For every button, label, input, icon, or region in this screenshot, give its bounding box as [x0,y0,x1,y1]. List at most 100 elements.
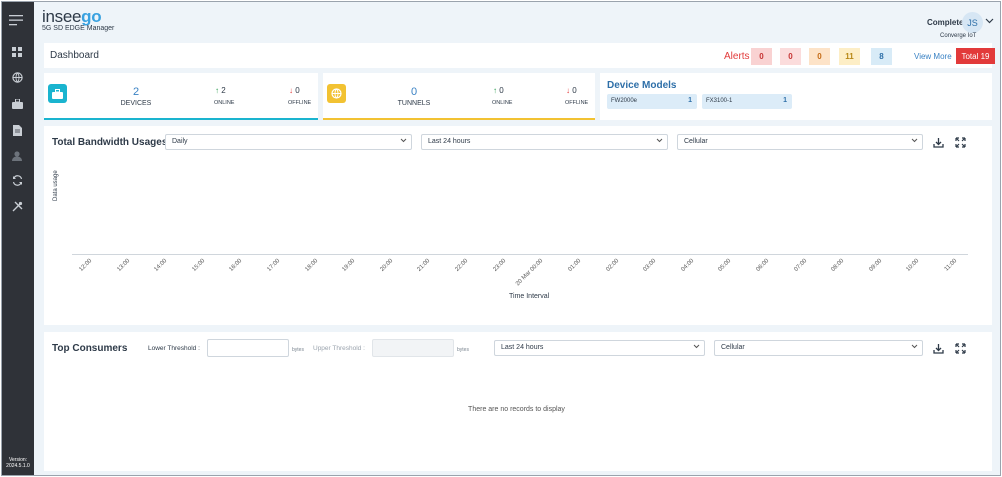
devices-icon [48,84,67,103]
x-tick-label: 01:00 [567,258,583,273]
period-select[interactable]: Daily [165,134,412,150]
device-model-count: 1 [688,97,692,104]
dashboard-icon[interactable] [10,45,24,59]
alert-count-badge[interactable]: 8 [871,48,892,65]
device-model-name: FW2000e [611,98,638,104]
y-axis-label: Data usage [53,170,59,201]
document-icon[interactable] [10,123,24,137]
logo-main: insee [42,7,82,26]
download-icon[interactable] [932,136,944,148]
x-tick-label: 15:00 [191,258,207,273]
sync-icon[interactable] [10,173,24,187]
interface-select[interactable]: Cellular [677,134,923,150]
tunnels-label: TUNNELS [397,100,431,107]
x-tick-label: 07:00 [792,258,808,273]
user-icon[interactable] [10,149,24,163]
interface-select-value: Cellular [684,138,708,145]
x-axis-line [72,254,968,255]
lower-threshold-input[interactable] [207,339,289,357]
x-tick-label: 09:00 [868,258,884,273]
device-models-title: Device Models [607,80,677,91]
device-model-item[interactable]: FX3100-1 1 [702,94,792,109]
device-model-item[interactable]: FW2000e 1 [607,94,697,109]
total-value: 19 [980,51,990,61]
inseego-logo: inseego [42,7,102,27]
devices-offline-label: OFFLINE [288,100,312,106]
devices-icon[interactable] [10,97,24,111]
x-axis-label: Time Interval [509,293,550,300]
tunnel-icon [327,84,346,103]
upper-threshold-unit: bytes [457,347,469,353]
x-tick-label: 22:00 [454,258,470,273]
x-tick-label: 02:00 [604,258,620,273]
devices-count: 2 [132,86,140,98]
sidebar: Version: 2024.5.1.0 [2,2,34,475]
x-tick-label: 13:00 [115,258,131,273]
x-tick-label: 05:00 [717,258,733,273]
range-select-value: Last 24 hours [428,138,471,145]
chevron-down-icon[interactable] [985,16,994,26]
range-select[interactable]: Last 24 hours [421,134,668,150]
devices-online-count: 2 [221,86,226,95]
device-model-name: FX3100-1 [706,98,733,104]
alert-count-badge[interactable]: 0 [751,48,772,65]
organization-name: Converge IoT [940,33,977,39]
chevron-down-icon [911,344,918,351]
consumers-interface-select[interactable]: Cellular [714,340,923,356]
x-tick-label: 21:00 [416,258,432,273]
arrow-up-icon: ↑ [215,86,219,95]
menu-icon[interactable] [9,13,25,27]
alerts-label: Alerts [724,51,750,62]
tunnels-online-count: 0 [499,86,504,95]
consumers-range-select[interactable]: Last 24 hours [494,340,705,356]
x-tick-label: 18:00 [304,258,319,273]
bandwidth-title: Total Bandwidth Usages [52,137,168,148]
arrow-down-icon: ↓ [289,86,293,95]
download-icon[interactable] [932,342,944,354]
x-tick-label: 23:00 [492,258,507,273]
tools-icon[interactable] [10,199,24,213]
consumers-range-value: Last 24 hours [501,344,544,351]
x-tick-label: 19:00 [341,258,357,273]
devices-offline-count: 0 [295,86,300,95]
logo-accent: go [81,7,102,26]
tunnels-card[interactable]: 0 TUNNELS ↑ 0 ONLINE ↓ 0 OFFLINE [323,73,595,120]
chevron-down-icon [693,344,700,351]
alert-count-badge[interactable]: 0 [780,48,801,65]
x-tick-label: 03:00 [642,258,658,273]
tunnels-offline-label: OFFLINE [565,100,589,106]
globe-icon[interactable] [10,70,24,84]
tunnels-online-label: ONLINE [492,100,513,106]
lower-threshold-unit: bytes [292,347,304,353]
x-tick-label: 10:00 [905,258,921,273]
fullscreen-icon[interactable] [954,136,966,148]
tunnels-offline-count: 0 [572,86,577,95]
alert-count-badge[interactable]: 0 [809,48,830,65]
dashboard-header: Dashboard Alerts 0 0 0 11 8 View More Total … [44,43,995,68]
x-tick-label: 20:00 [379,258,395,273]
period-select-value: Daily [172,138,188,145]
x-tick-label: 14:00 [153,258,169,273]
arrow-down-icon: ↓ [566,86,570,95]
bandwidth-panel: Total Bandwidth Usages Daily Last 24 hou… [44,126,992,325]
fullscreen-icon[interactable] [954,342,966,354]
x-tick-label: 20 Mar 00:00 [515,258,545,288]
chevron-down-icon [656,138,663,145]
alert-count-badge[interactable]: 11 [839,48,860,65]
avatar[interactable]: JS [962,12,983,33]
version-info: Version: 2024.5.1.0 [2,457,34,469]
devices-label: DEVICES [120,100,152,107]
total-alerts-badge[interactable]: Total 19 [956,48,995,64]
chevron-down-icon [911,138,918,145]
page-title: Dashboard [50,50,99,61]
view-more-link[interactable]: View More [914,52,952,61]
lower-threshold-label: Lower Threshold : [148,345,200,352]
x-tick-label: 08:00 [830,258,846,273]
version-number: 2024.5.1.0 [6,463,30,469]
devices-card[interactable]: 2 DEVICES ↑ 2 ONLINE ↓ 0 OFFLINE [44,73,318,120]
device-models-card: Device Models FW2000e 1 FX3100-1 1 [600,73,992,120]
chevron-down-icon [400,138,407,145]
upper-threshold-input[interactable] [372,339,454,357]
x-tick-label: 16:00 [228,258,244,273]
user-name[interactable]: Complete [927,18,963,27]
